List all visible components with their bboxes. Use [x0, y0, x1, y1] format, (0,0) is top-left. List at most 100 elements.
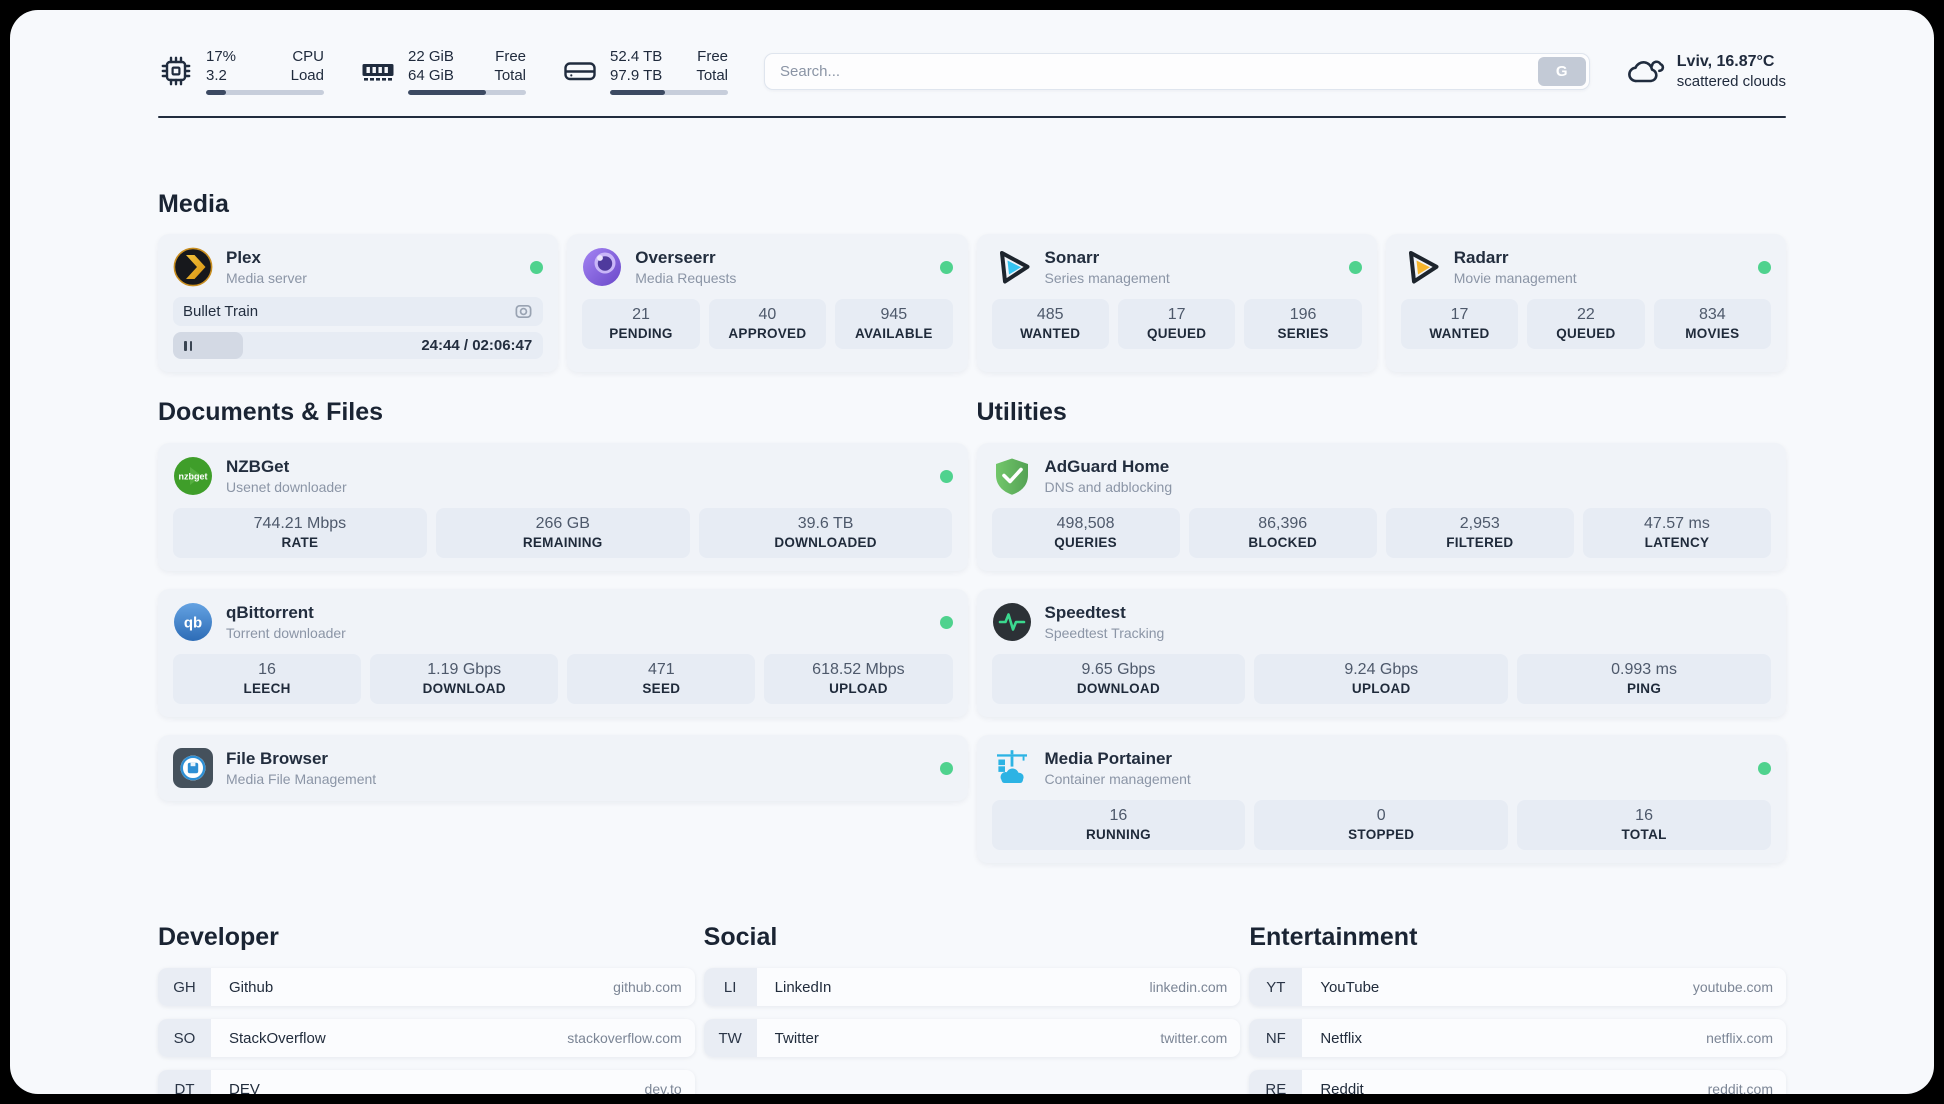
app-card-speedtest[interactable]: Speedtest Speedtest Tracking 9.65 Gbps D… — [976, 589, 1786, 717]
bookmark-dev[interactable]: DT DEV dev.to — [158, 1070, 695, 1094]
search-engine-button[interactable]: G — [1537, 56, 1586, 86]
stat-queued: 22 QUEUED — [1527, 299, 1645, 349]
app-description: Movie management — [1453, 270, 1577, 286]
cpu-widget: 17% 3.2 CPU Load — [158, 47, 324, 95]
overseerr-icon — [582, 247, 622, 287]
stat-seed: 471 SEED — [567, 654, 756, 704]
storage-widget: 52.4 TB 97.9 TB Free Total — [562, 47, 728, 95]
bookmark-abbr: YT — [1249, 968, 1303, 1006]
status-online-dot — [1758, 761, 1771, 775]
bookmark-twitter[interactable]: TW Twitter twitter.com — [703, 1019, 1241, 1057]
bookmarks-entertainment: Entertainment YT YouTube youtube.com NF … — [1249, 921, 1786, 1094]
scattered-clouds-icon — [1626, 53, 1666, 89]
app-card-file-browser[interactable]: File Browser Media File Management — [158, 735, 968, 801]
status-online-dot — [939, 260, 953, 274]
app-card-media-portainer[interactable]: Media Portainer Container management 16 … — [976, 735, 1786, 863]
stat-download: 9.65 Gbps DOWNLOAD — [991, 654, 1246, 704]
status-online-dot — [1348, 260, 1362, 274]
top-bar: 17% 3.2 CPU Load 22 GiB 64 GiB Free Tota… — [158, 44, 1786, 98]
app-description: Media server — [226, 270, 307, 286]
app-name: Plex — [226, 248, 261, 267]
status-online-dot — [939, 761, 953, 775]
stat-filtered: 2,953 FILTERED — [1385, 508, 1574, 558]
app-description: Usenet downloader — [226, 479, 347, 495]
app-card-radarr[interactable]: Radarr Movie management 17 WANTED 22 QUE… — [1385, 234, 1786, 372]
cpu-chip-icon — [158, 53, 194, 89]
stat-blocked: 86,396 BLOCKED — [1188, 508, 1377, 558]
app-name: Radarr — [1453, 248, 1509, 267]
section-media: Media Plex Media server Bullet Train 24:… — [158, 188, 1786, 372]
section-title-media: Media — [158, 190, 229, 218]
bookmark-name: DEV — [229, 1080, 260, 1095]
bookmark-abbr: SO — [158, 1019, 211, 1057]
app-description: DNS and adblocking — [1044, 479, 1173, 495]
app-name: AdGuard Home — [1044, 457, 1170, 476]
bookmark-abbr: NF — [1249, 1019, 1303, 1057]
stat-latency: 47.57 ms LATENCY — [1582, 508, 1771, 558]
bookmark-name: Twitter — [774, 1029, 819, 1047]
playback-progress-row: 24:44 / 02:06:47 — [173, 332, 544, 359]
bookmark-url: reddit.com — [1707, 1081, 1773, 1094]
bookmark-url: twitter.com — [1160, 1030, 1228, 1046]
app-description: Series management — [1044, 270, 1170, 286]
section-title-social: Social — [703, 923, 778, 951]
weather-condition: scattered clouds — [1676, 73, 1786, 90]
radarr-icon — [1401, 247, 1441, 287]
app-card-overseerr[interactable]: Overseerr Media Requests 21 PENDING 40 A… — [567, 234, 968, 372]
app-card-qbittorrent[interactable]: qb qBittorrent Torrent downloader 16 LEE… — [158, 589, 968, 717]
status-online-dot — [1758, 260, 1771, 274]
bookmark-abbr: DT — [158, 1070, 211, 1094]
stat-downloaded: 39.6 TB DOWNLOADED — [698, 508, 953, 558]
stat-total: 16 TOTAL — [1517, 800, 1771, 850]
sonarr-icon — [992, 247, 1032, 287]
bookmark-stackoverflow[interactable]: SO StackOverflow stackoverflow.com — [158, 1019, 695, 1057]
stat-movies: 834 MOVIES — [1653, 299, 1772, 349]
speedtest-pulse-icon — [992, 602, 1032, 642]
now-playing-row: Bullet Train — [173, 297, 544, 326]
bookmark-url: github.com — [613, 979, 682, 995]
bookmark-name: Github — [229, 978, 274, 996]
hard-drive-icon — [562, 53, 598, 89]
pause-icon — [184, 340, 193, 351]
stat-rate: 744.21 Mbps RATE — [173, 508, 427, 558]
bookmark-github[interactable]: GH Github github.com — [158, 968, 695, 1006]
stat-pending: 21 PENDING — [582, 299, 700, 349]
section-title-entertainment: Entertainment — [1249, 923, 1418, 951]
app-card-adguard-home[interactable]: AdGuard Home DNS and adblocking 498,508 … — [976, 443, 1786, 571]
section-title-utilities: Utilities — [976, 398, 1067, 426]
stat-download: 1.19 Gbps DOWNLOAD — [370, 654, 559, 704]
memory-values: 22 GiB 64 GiB — [408, 48, 454, 84]
app-name: Sonarr — [1044, 248, 1100, 267]
bookmark-netflix[interactable]: NF Netflix netflix.com — [1249, 1019, 1786, 1057]
svg-text:qb: qb — [184, 615, 202, 632]
bookmark-youtube[interactable]: YT YouTube youtube.com — [1249, 968, 1786, 1006]
bookmark-url: youtube.com — [1692, 979, 1773, 995]
status-online-dot — [530, 260, 544, 274]
stat-wanted: 17 WANTED — [1400, 299, 1519, 349]
stat-ping: 0.993 ms PING — [1517, 654, 1771, 704]
bookmark-name: LinkedIn — [774, 978, 832, 996]
header-divider — [158, 116, 1786, 118]
app-card-plex[interactable]: Plex Media server Bullet Train 24:44 / 0… — [158, 234, 559, 372]
memory-progress-bar — [408, 90, 526, 95]
search-input[interactable] — [764, 52, 1590, 90]
app-description: Media Requests — [635, 270, 737, 286]
bookmark-name: YouTube — [1320, 978, 1380, 996]
storage-labels: Free Total — [696, 48, 728, 84]
bookmark-name: StackOverflow — [229, 1029, 326, 1047]
cpu-values: 17% 3.2 — [206, 48, 237, 84]
app-card-nzbget[interactable]: nzbget NZBGet Usenet downloader 744.21 M… — [158, 443, 968, 571]
camera-icon[interactable] — [514, 302, 533, 321]
bookmark-abbr: LI — [703, 968, 757, 1006]
weather-widget: Lviv, 16.87°C scattered clouds — [1626, 51, 1786, 91]
app-name: Media Portainer — [1044, 749, 1173, 768]
app-card-sonarr[interactable]: Sonarr Series management 485 WANTED 17 Q… — [976, 234, 1377, 372]
bookmark-reddit[interactable]: RE Reddit reddit.com — [1249, 1070, 1786, 1094]
stat-available: 945 AVAILABLE — [835, 299, 953, 349]
stat-upload: 618.52 Mbps UPLOAD — [764, 654, 953, 704]
app-name: NZBGet — [226, 457, 290, 476]
bookmark-url: netflix.com — [1706, 1030, 1773, 1046]
bookmark-linkedin[interactable]: LI LinkedIn linkedin.com — [703, 968, 1241, 1006]
bookmark-url: dev.to — [644, 1081, 682, 1094]
bookmark-name: Reddit — [1320, 1080, 1364, 1095]
